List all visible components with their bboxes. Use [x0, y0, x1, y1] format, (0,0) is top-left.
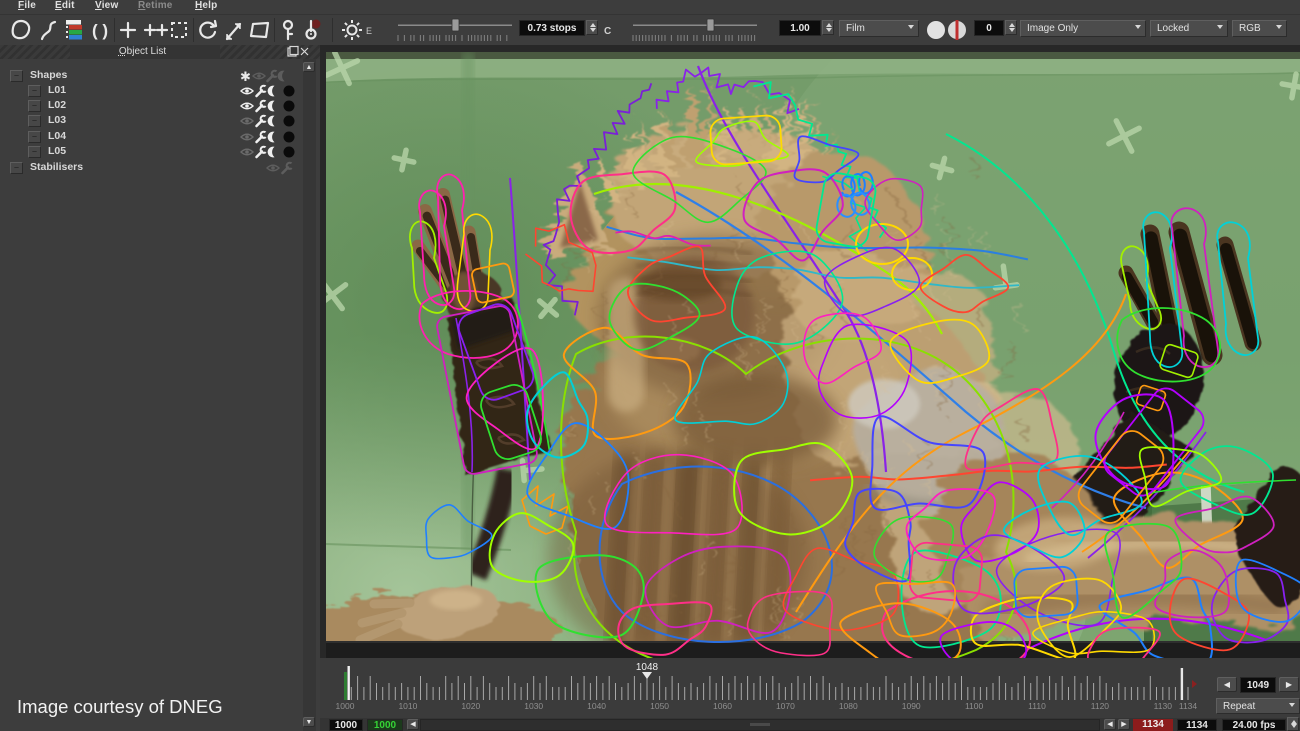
- svg-text:1040: 1040: [587, 701, 606, 711]
- svg-text:1060: 1060: [713, 701, 732, 711]
- svg-text:1000: 1000: [336, 701, 355, 711]
- svg-text:1120: 1120: [1091, 701, 1110, 711]
- svg-text:( ): ( ): [92, 21, 108, 40]
- svg-text:1020: 1020: [461, 701, 480, 711]
- svg-text:1048: 1048: [636, 662, 659, 673]
- svg-text:C: C: [604, 26, 611, 37]
- svg-text:1130: 1130: [1154, 701, 1173, 711]
- svg-text:1050: 1050: [650, 701, 669, 711]
- svg-text:1134: 1134: [1179, 701, 1198, 711]
- svg-text:✱: ✱: [240, 69, 251, 84]
- svg-text:1110: 1110: [1028, 701, 1046, 711]
- svg-text:E: E: [366, 26, 372, 36]
- svg-text:1070: 1070: [776, 701, 795, 711]
- svg-text:1090: 1090: [902, 701, 921, 711]
- svg-text:1030: 1030: [524, 701, 543, 711]
- svg-text:1010: 1010: [398, 701, 417, 711]
- svg-text:1100: 1100: [965, 701, 984, 711]
- svg-text:1080: 1080: [839, 701, 858, 711]
